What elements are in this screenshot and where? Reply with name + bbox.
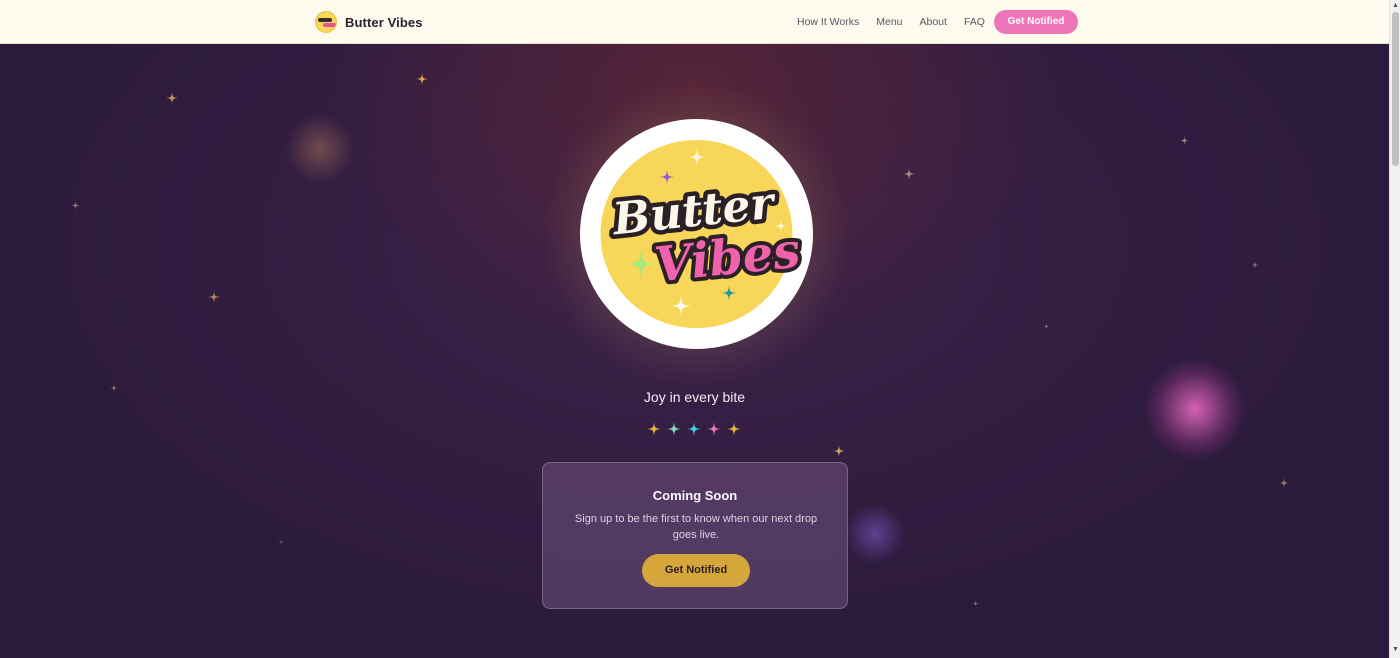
nav-link-faq[interactable]: FAQ xyxy=(964,16,985,28)
nav-get-notified-button[interactable]: Get Notified xyxy=(994,10,1078,34)
glow-orb xyxy=(285,114,355,184)
nav-link-menu[interactable]: Menu xyxy=(876,16,902,28)
nav-link-about[interactable]: About xyxy=(920,16,947,28)
sparkle-icon xyxy=(1180,136,1189,145)
sparkle-icon xyxy=(416,73,428,85)
decorative-stars-row xyxy=(647,422,741,436)
scroll-up-arrow-icon[interactable]: ▲ xyxy=(1392,2,1399,10)
star-icon xyxy=(687,422,701,436)
glow-orb xyxy=(845,504,905,564)
hero-logo: Butter Vibes xyxy=(540,79,853,389)
nav-links: How It Works Menu About FAQ xyxy=(797,16,1002,28)
scroll-down-arrow-icon[interactable]: ▼ xyxy=(1392,646,1399,654)
coming-soon-card: Coming Soon Sign up to be the first to k… xyxy=(542,462,848,609)
sparkle-icon xyxy=(903,168,915,180)
page-scrollbar[interactable]: ▲ ▼ xyxy=(1389,0,1400,658)
star-icon xyxy=(647,422,661,436)
top-navbar: Butter Vibes How It Works Menu About FAQ… xyxy=(0,0,1389,44)
card-title: Coming Soon xyxy=(652,488,738,503)
brand-logo-icon xyxy=(315,11,337,33)
brand-name: Butter Vibes xyxy=(345,14,423,30)
star-icon xyxy=(667,422,681,436)
tagline: Joy in every bite xyxy=(643,389,746,405)
sparkle-icon xyxy=(1279,478,1289,488)
sparkle-icon xyxy=(208,291,220,303)
star-icon xyxy=(727,422,741,436)
brand-link[interactable]: Butter Vibes xyxy=(315,11,423,33)
glow-orb xyxy=(1145,359,1245,459)
sparkle-icon xyxy=(71,201,80,210)
sparkle-icon xyxy=(833,445,845,457)
sparkle-icon xyxy=(278,539,284,545)
card-get-notified-button[interactable]: Get Notified xyxy=(642,554,750,587)
hero-section: Butter Vibes Joy in every bite Coming So… xyxy=(0,44,1389,658)
sparkle-icon xyxy=(972,600,979,607)
card-description: Sign up to be the first to know when our… xyxy=(574,513,818,541)
nav-link-how-it-works[interactable]: How It Works xyxy=(797,16,859,28)
sparkle-icon xyxy=(1043,323,1050,330)
sparkle-icon xyxy=(166,92,178,104)
sparkle-icon xyxy=(1251,261,1259,269)
scrollbar-thumb[interactable] xyxy=(1392,12,1399,166)
star-icon xyxy=(707,422,721,436)
